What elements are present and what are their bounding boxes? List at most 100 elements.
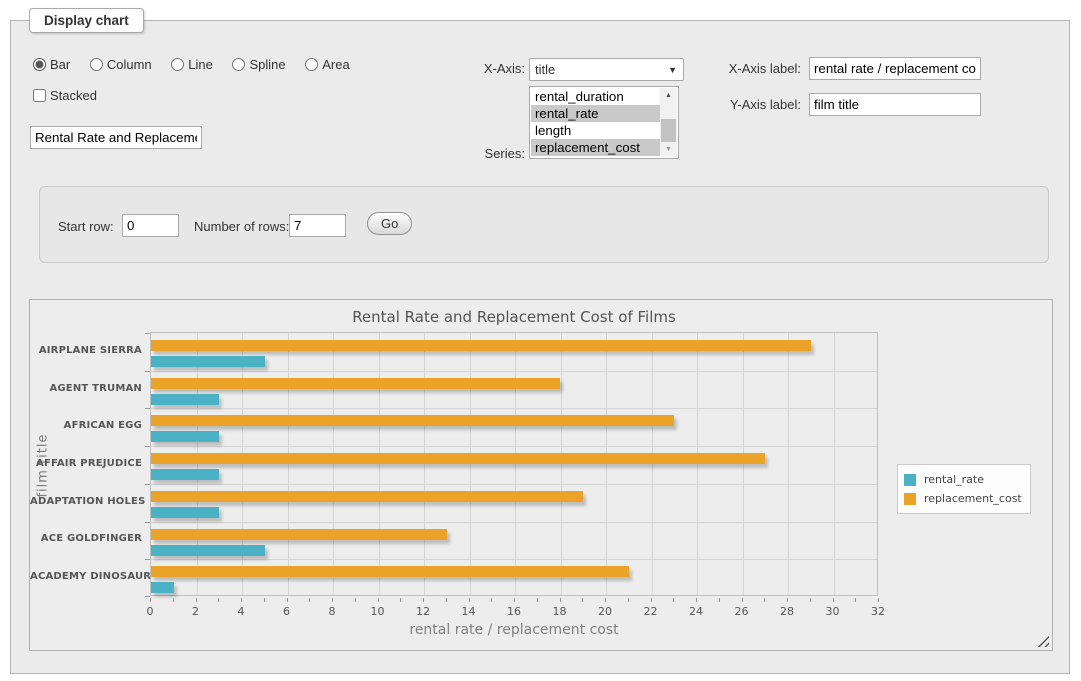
x-axis-tick <box>423 598 424 602</box>
go-button[interactable]: Go <box>367 212 412 235</box>
legend-swatch <box>904 493 916 505</box>
chart-legend: rental_rate replacement_cost <box>897 464 1031 514</box>
series-option[interactable]: rental_duration <box>531 88 660 105</box>
legend-label: replacement_cost <box>924 492 1022 505</box>
start-row-label: Start row: <box>58 219 114 234</box>
series-listbox-label: Series: <box>471 146 525 161</box>
radio-column[interactable]: Column <box>90 57 152 72</box>
y-axis-tick <box>145 559 150 560</box>
x-axis-tick <box>719 598 720 602</box>
num-rows-input[interactable] <box>289 214 346 237</box>
x-axis-tick <box>560 598 561 602</box>
y-axis-tick <box>145 371 150 372</box>
y-axis-tick <box>145 484 150 485</box>
x-axis-tick <box>810 598 811 602</box>
x-axis-tick <box>196 598 197 602</box>
bar-replacement_cost <box>151 415 674 426</box>
radio-bar-input[interactable] <box>33 58 46 71</box>
x-axis-tick <box>764 598 765 602</box>
chart-container: Rental Rate and Replacement Cost of Film… <box>29 299 1053 651</box>
x-tick-label: 16 <box>507 605 521 618</box>
bar-replacement_cost <box>151 491 583 502</box>
x-tick-label: 32 <box>871 605 885 618</box>
stacked-checkbox[interactable] <box>33 89 46 102</box>
x-tick-label: 4 <box>238 605 245 618</box>
x-axis-tick <box>309 598 310 602</box>
x-axis-tick <box>400 598 401 602</box>
x-tick-label: 24 <box>689 605 703 618</box>
stacked-checkbox-label[interactable]: Stacked <box>33 88 97 103</box>
scroll-down-icon[interactable]: ▼ <box>660 142 677 157</box>
x-axis-label-caption: X-Axis label: <box>701 61 801 76</box>
x-tick-label: 12 <box>416 605 430 618</box>
listbox-scrollbar[interactable]: ▲ ▼ <box>660 88 677 157</box>
radio-spline-input[interactable] <box>232 58 245 71</box>
x-axis-tick <box>514 598 515 602</box>
gridline-horizontal <box>151 408 877 409</box>
series-option[interactable]: length <box>531 122 660 139</box>
x-axis-tick <box>355 598 356 602</box>
x-axis-tick <box>537 598 538 602</box>
display-chart-panel: Display chart Bar Column Line Spline Are… <box>10 20 1070 674</box>
bar-replacement_cost <box>151 453 765 464</box>
gridline-vertical <box>788 333 789 595</box>
num-rows-label: Number of rows: <box>194 219 289 234</box>
chart-type-radios: Bar Column Line Spline Area <box>33 57 366 72</box>
category-label: AGENT TRUMAN <box>30 383 142 394</box>
y-axis-tick <box>145 446 150 447</box>
start-row-input[interactable] <box>122 214 179 237</box>
x-axis-tick <box>332 598 333 602</box>
x-axis-tick <box>696 598 697 602</box>
x-axis-tick <box>855 598 856 602</box>
chart-title: Rental Rate and Replacement Cost of Film… <box>150 308 878 326</box>
x-tick-label: 30 <box>826 605 840 618</box>
bar-rental_rate <box>151 394 219 405</box>
chart-title-input[interactable] <box>30 126 202 149</box>
x-axis-select[interactable]: title ▼ <box>529 58 684 81</box>
x-axis-tick <box>582 598 583 602</box>
series-option[interactable]: replacement_cost <box>531 139 660 156</box>
x-tick-label: 6 <box>283 605 290 618</box>
x-tick-label: 14 <box>462 605 476 618</box>
series-option[interactable]: rental_rate <box>531 105 660 122</box>
resize-handle-icon[interactable] <box>1037 635 1049 647</box>
y-axis-label-input[interactable] <box>809 93 981 116</box>
radio-bar[interactable]: Bar <box>33 57 70 72</box>
select-dropdown-arrow-icon: ▼ <box>668 65 677 75</box>
x-axis-tick <box>605 598 606 602</box>
bar-rental_rate <box>151 582 174 593</box>
bar-rental_rate <box>151 507 219 518</box>
x-tick-label: 18 <box>553 605 567 618</box>
y-axis-label-caption: Y-Axis label: <box>701 97 801 112</box>
legend-item: replacement_cost <box>904 489 1022 508</box>
radio-area-input[interactable] <box>305 58 318 71</box>
bar-rental_rate <box>151 469 219 480</box>
radio-column-input[interactable] <box>90 58 103 71</box>
bar-replacement_cost <box>151 378 560 389</box>
gridline-horizontal <box>151 522 877 523</box>
plot-area <box>150 332 878 596</box>
x-tick-label: 0 <box>147 605 154 618</box>
gridline-horizontal <box>151 484 877 485</box>
scroll-up-icon[interactable]: ▲ <box>660 88 677 103</box>
category-label: ADAPTATION HOLES <box>30 496 142 507</box>
radio-line-input[interactable] <box>171 58 184 71</box>
scrollbar-thumb[interactable] <box>661 119 676 142</box>
x-axis-label-input[interactable] <box>809 57 981 80</box>
bar-rental_rate <box>151 545 265 556</box>
x-axis-selected-value: title <box>535 62 555 77</box>
radio-line[interactable]: Line <box>171 57 213 72</box>
x-tick-label: 26 <box>735 605 749 618</box>
radio-area[interactable]: Area <box>305 57 349 72</box>
x-axis-tick <box>742 598 743 602</box>
bar-rental_rate <box>151 356 265 367</box>
x-axis-select-label: X-Axis: <box>471 61 525 76</box>
chart-x-axis-title: rental rate / replacement cost <box>150 622 878 638</box>
x-axis-tick <box>833 598 834 602</box>
x-tick-label: 28 <box>780 605 794 618</box>
series-listbox[interactable]: rental_durationrental_ratelengthreplacem… <box>529 86 679 159</box>
category-label: ACADEMY DINOSAUR <box>30 571 142 582</box>
legend-label: rental_rate <box>924 473 984 486</box>
radio-spline[interactable]: Spline <box>232 57 285 72</box>
x-axis-tick <box>787 598 788 602</box>
